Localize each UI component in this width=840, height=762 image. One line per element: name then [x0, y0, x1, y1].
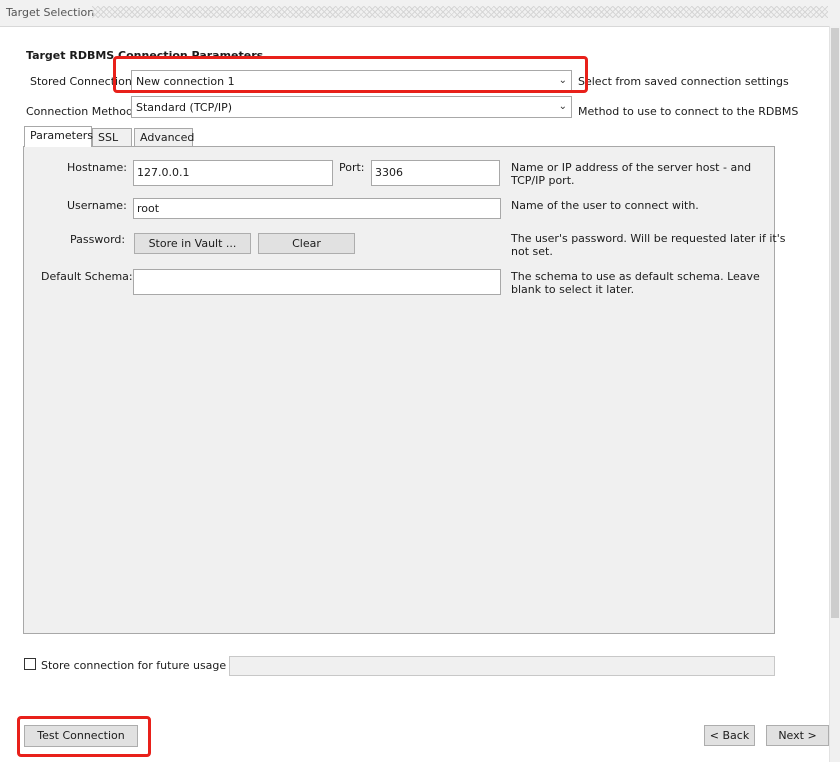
tab-parameters[interactable]: Parameters — [24, 126, 93, 147]
store-connection-label: Store connection for future usage as — [41, 659, 243, 672]
page-title: Target Selection — [6, 6, 95, 19]
connection-method-select[interactable]: Standard (TCP/IP) ⌄ — [131, 96, 572, 118]
default-schema-label: Default Schema: — [41, 270, 133, 283]
connection-method-value: Standard (TCP/IP) — [136, 101, 233, 114]
back-button[interactable]: < Back — [704, 725, 755, 746]
hostname-hint-line2: TCP/IP port. — [511, 174, 575, 187]
header-texture — [92, 6, 828, 18]
port-label: Port: — [339, 161, 365, 174]
highlight-box-test-connection — [17, 716, 151, 757]
tab-ssl[interactable]: SSL — [92, 128, 132, 146]
store-in-vault-button[interactable]: Store in Vault ... — [134, 233, 251, 254]
chevron-down-icon: ⌄ — [558, 101, 567, 112]
tab-advanced[interactable]: Advanced — [134, 128, 194, 146]
username-field[interactable]: root — [133, 198, 501, 219]
schema-hint-line2: blank to select it later. — [511, 283, 635, 296]
parameters-panel — [23, 146, 775, 634]
default-schema-field[interactable] — [133, 269, 501, 295]
highlight-box-stored-connection — [113, 56, 588, 93]
password-hint-line2: not set. — [511, 245, 553, 258]
password-label: Password: — [70, 233, 126, 246]
connection-method-hint: Method to use to connect to the RDBMS — [578, 105, 799, 118]
password-hint-line1: The user's password. Will be requested l… — [511, 232, 786, 245]
schema-hint-line1: The schema to use as default schema. Lea… — [511, 270, 760, 283]
hostname-label: Hostname: — [67, 161, 127, 174]
port-field[interactable]: 3306 — [371, 160, 500, 186]
hostname-field[interactable]: 127.0.0.1 — [133, 160, 333, 186]
store-connection-checkbox[interactable] — [24, 658, 36, 670]
connection-method-label: Connection Method: — [26, 105, 137, 118]
scrollbar-thumb[interactable] — [831, 28, 839, 618]
store-connection-name-field[interactable] — [229, 656, 775, 676]
stored-connection-hint: Select from saved connection settings — [578, 75, 789, 88]
clear-password-button[interactable]: Clear — [258, 233, 355, 254]
hostname-hint-line1: Name or IP address of the server host - … — [511, 161, 752, 174]
next-button[interactable]: Next > — [766, 725, 829, 746]
username-hint: Name of the user to connect with. — [511, 199, 699, 212]
username-label: Username: — [67, 199, 127, 212]
